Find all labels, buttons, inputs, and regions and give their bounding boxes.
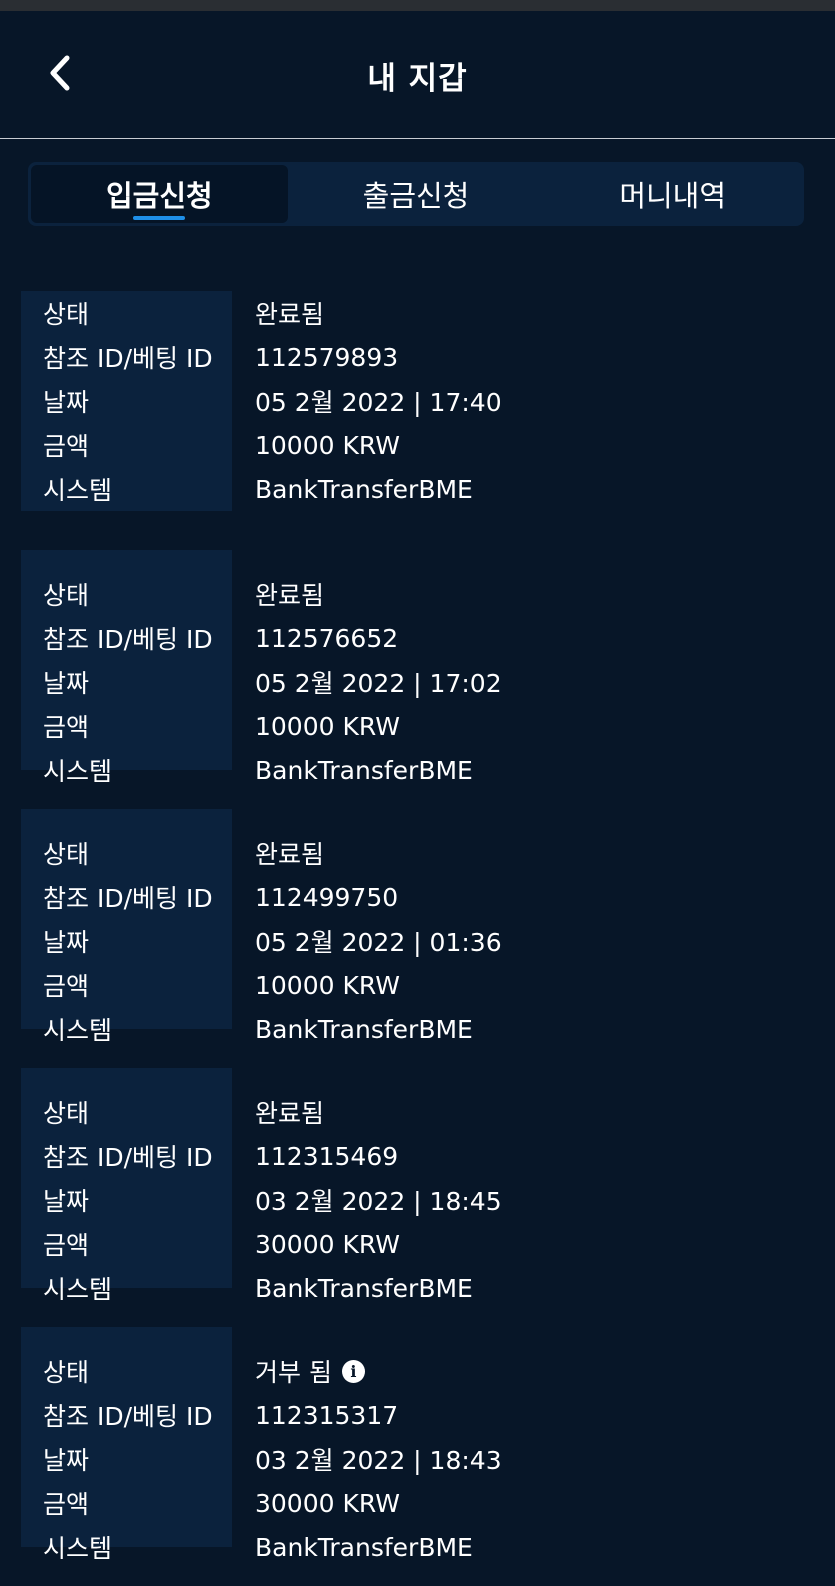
status-value: 거부 됨 bbox=[255, 1358, 332, 1387]
system-value: BankTransferBME bbox=[255, 1273, 473, 1303]
ref-id-value: 112579893 bbox=[255, 342, 399, 372]
system-label: 시스템 bbox=[43, 476, 113, 505]
deposit-record: 상태 완료됨 참조 ID/베팅 ID 112315469 날짜 03 2월 20… bbox=[21, 1068, 811, 1304]
deposit-record: 상태 완료됨 참조 ID/베팅 ID 112576652 날짜 05 2월 20… bbox=[21, 550, 811, 786]
record-row-amount: 금액 10000 KRW bbox=[21, 423, 811, 467]
page-header: 내 지갑 bbox=[0, 11, 835, 139]
ref-id-label: 참조 ID/베팅 ID bbox=[43, 1402, 213, 1431]
record-row-status: 상태 거부 됨 i bbox=[21, 1349, 811, 1393]
system-value: BankTransferBME bbox=[255, 1014, 473, 1044]
top-status-strip bbox=[0, 0, 835, 11]
amount-label: 금액 bbox=[43, 972, 90, 1001]
status-label: 상태 bbox=[43, 1099, 90, 1128]
tab-deposit-request[interactable]: 입금신청 bbox=[31, 165, 288, 223]
record-row-system: 시스템 BankTransferBME bbox=[21, 748, 811, 792]
date-value: 05 2월 2022 | 17:02 bbox=[255, 669, 502, 698]
status-value-group: 거부 됨 i bbox=[255, 1353, 365, 1389]
date-value: 05 2월 2022 | 17:40 bbox=[255, 388, 502, 417]
system-label: 시스템 bbox=[43, 757, 113, 786]
tab-withdraw-request[interactable]: 출금신청 bbox=[288, 165, 545, 223]
deposit-record: 상태 완료됨 참조 ID/베팅 ID 112499750 날짜 05 2월 20… bbox=[21, 809, 811, 1045]
record-row-status: 상태 완료됨 bbox=[21, 1090, 811, 1134]
record-row-amount: 금액 30000 KRW bbox=[21, 1222, 811, 1266]
amount-label: 금액 bbox=[43, 713, 90, 742]
record-row-ref-id: 참조 ID/베팅 ID 112315469 bbox=[21, 1134, 811, 1178]
record-row-date: 날짜 05 2월 2022 | 17:40 bbox=[21, 379, 811, 423]
date-label: 날짜 bbox=[43, 1446, 90, 1475]
system-label: 시스템 bbox=[43, 1016, 113, 1045]
amount-label: 금액 bbox=[43, 1231, 90, 1260]
record-row-status: 상태 완료됨 bbox=[21, 572, 811, 616]
system-label: 시스템 bbox=[43, 1275, 113, 1304]
record-row-status: 상태 완료됨 bbox=[21, 831, 811, 875]
tab-label: 출금신청 bbox=[362, 179, 470, 213]
ref-id-value: 112499750 bbox=[255, 882, 399, 912]
date-label: 날짜 bbox=[43, 928, 90, 957]
record-row-amount: 금액 10000 KRW bbox=[21, 704, 811, 748]
date-value: 03 2월 2022 | 18:45 bbox=[255, 1187, 502, 1216]
record-row-date: 날짜 05 2월 2022 | 17:02 bbox=[21, 660, 811, 704]
status-value: 완료됨 bbox=[255, 1099, 325, 1128]
ref-id-value: 112315469 bbox=[255, 1141, 399, 1171]
record-row-system: 시스템 BankTransferBME bbox=[21, 1007, 811, 1051]
record-row-system: 시스템 BankTransferBME bbox=[21, 1266, 811, 1310]
amount-label: 금액 bbox=[43, 432, 90, 461]
status-label: 상태 bbox=[43, 840, 90, 869]
record-row-system: 시스템 BankTransferBME bbox=[21, 1525, 811, 1569]
date-value: 03 2월 2022 | 18:43 bbox=[255, 1446, 502, 1475]
date-label: 날짜 bbox=[43, 669, 90, 698]
page-title: 내 지갑 bbox=[367, 61, 468, 97]
system-label: 시스템 bbox=[43, 1534, 113, 1563]
date-value: 05 2월 2022 | 01:36 bbox=[255, 928, 502, 957]
deposit-record: 상태 완료됨 참조 ID/베팅 ID 112579893 날짜 05 2월 20… bbox=[21, 291, 811, 511]
status-value: 완료됨 bbox=[255, 840, 325, 869]
tab-label: 입금신청 bbox=[105, 179, 213, 213]
record-row-ref-id: 참조 ID/베팅 ID 112315317 bbox=[21, 1393, 811, 1437]
record-row-date: 날짜 03 2월 2022 | 18:45 bbox=[21, 1178, 811, 1222]
record-row-date: 날짜 05 2월 2022 | 01:36 bbox=[21, 919, 811, 963]
status-label: 상태 bbox=[43, 581, 90, 610]
status-label: 상태 bbox=[43, 300, 90, 329]
date-label: 날짜 bbox=[43, 1187, 90, 1216]
record-row-amount: 금액 30000 KRW bbox=[21, 1481, 811, 1525]
status-value: 완료됨 bbox=[255, 581, 325, 610]
amount-value: 30000 KRW bbox=[255, 1229, 400, 1259]
system-value: BankTransferBME bbox=[255, 755, 473, 785]
tab-label: 머니내역 bbox=[619, 179, 727, 213]
system-value: BankTransferBME bbox=[255, 1532, 473, 1562]
ref-id-label: 참조 ID/베팅 ID bbox=[43, 884, 213, 913]
amount-value: 10000 KRW bbox=[255, 970, 400, 1000]
status-label: 상태 bbox=[43, 1358, 90, 1387]
ref-id-label: 참조 ID/베팅 ID bbox=[43, 344, 213, 373]
record-row-system: 시스템 BankTransferBME bbox=[21, 467, 811, 511]
info-icon[interactable]: i bbox=[341, 1359, 365, 1383]
deposit-record: 상태 거부 됨 i 참조 ID/베팅 ID 112315317 날짜 03 2월… bbox=[21, 1327, 811, 1563]
amount-label: 금액 bbox=[43, 1490, 90, 1519]
record-row-status: 상태 완료됨 bbox=[21, 291, 811, 335]
wallet-tabs: 입금신청 출금신청 머니내역 bbox=[28, 162, 804, 226]
tab-money-history[interactable]: 머니내역 bbox=[544, 165, 801, 223]
ref-id-label: 참조 ID/베팅 ID bbox=[43, 1143, 213, 1172]
active-tab-indicator bbox=[133, 216, 186, 220]
record-row-amount: 금액 10000 KRW bbox=[21, 963, 811, 1007]
amount-value: 10000 KRW bbox=[255, 430, 400, 460]
deposit-records-list: 상태 완료됨 참조 ID/베팅 ID 112579893 날짜 05 2월 20… bbox=[21, 291, 811, 1586]
ref-id-value: 112315317 bbox=[255, 1400, 399, 1430]
record-row-ref-id: 참조 ID/베팅 ID 112579893 bbox=[21, 335, 811, 379]
amount-value: 10000 KRW bbox=[255, 711, 400, 741]
date-label: 날짜 bbox=[43, 388, 90, 417]
ref-id-value: 112576652 bbox=[255, 623, 399, 653]
system-value: BankTransferBME bbox=[255, 474, 473, 504]
record-row-ref-id: 참조 ID/베팅 ID 112499750 bbox=[21, 875, 811, 919]
record-row-date: 날짜 03 2월 2022 | 18:43 bbox=[21, 1437, 811, 1481]
amount-value: 30000 KRW bbox=[255, 1488, 400, 1518]
record-row-ref-id: 참조 ID/베팅 ID 112576652 bbox=[21, 616, 811, 660]
ref-id-label: 참조 ID/베팅 ID bbox=[43, 625, 213, 654]
status-value: 완료됨 bbox=[255, 300, 325, 329]
